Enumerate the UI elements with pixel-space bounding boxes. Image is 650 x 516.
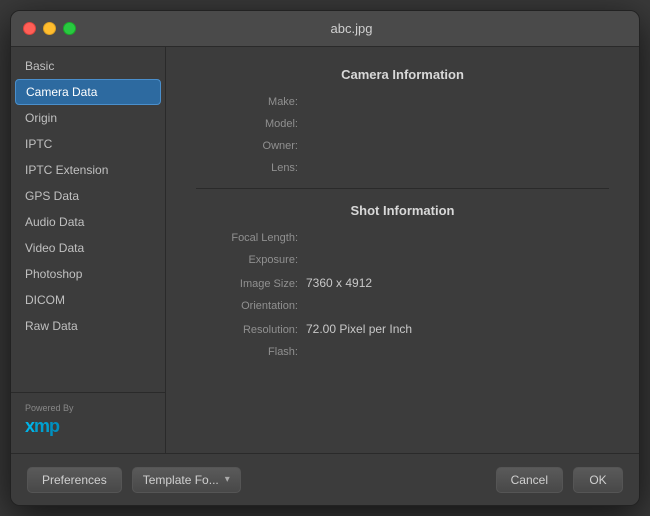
xmp-logo: xmp — [25, 416, 151, 437]
shot-resolution-row: Resolution: 72.00 Pixel per Inch — [196, 322, 609, 336]
preferences-button[interactable]: Preferences — [27, 467, 122, 493]
camera-owner-label: Owner: — [196, 140, 306, 152]
close-button[interactable] — [23, 22, 36, 35]
chevron-down-icon: ▾ — [225, 474, 230, 485]
template-dropdown-button[interactable]: Template Fo... ▾ — [132, 467, 241, 493]
shot-section-title: Shot Information — [196, 203, 609, 218]
file-info-dialog: abc.jpg Basic Camera Data Origin IPTC IP… — [10, 10, 640, 506]
main-panel: Camera Information Make: Model: Owner: L… — [166, 47, 639, 453]
sidebar-item-dicom[interactable]: DICOM — [11, 287, 165, 313]
sidebar: Basic Camera Data Origin IPTC IPTC Exten… — [11, 47, 166, 453]
camera-lens-row: Lens: — [196, 162, 609, 174]
camera-make-label: Make: — [196, 96, 306, 108]
sidebar-item-audio-data[interactable]: Audio Data — [11, 209, 165, 235]
traffic-lights — [23, 22, 76, 35]
shot-focal-length-label: Focal Length: — [196, 232, 306, 244]
shot-resolution-label: Resolution: — [196, 324, 306, 336]
shot-resolution-value: 72.00 Pixel per Inch — [306, 322, 412, 336]
sidebar-footer: Powered By xmp — [11, 392, 165, 447]
sidebar-item-photoshop[interactable]: Photoshop — [11, 261, 165, 287]
camera-lens-label: Lens: — [196, 162, 306, 174]
sidebar-item-iptc[interactable]: IPTC — [11, 131, 165, 157]
camera-make-row: Make: — [196, 96, 609, 108]
shot-focal-length-row: Focal Length: — [196, 232, 609, 244]
shot-image-size-label: Image Size: — [196, 278, 306, 290]
shot-flash-label: Flash: — [196, 346, 306, 358]
sidebar-item-camera-data[interactable]: Camera Data — [15, 79, 161, 105]
titlebar: abc.jpg — [11, 11, 639, 47]
sidebar-item-iptc-extension[interactable]: IPTC Extension — [11, 157, 165, 183]
shot-orientation-row: Orientation: — [196, 300, 609, 312]
camera-model-label: Model: — [196, 118, 306, 130]
shot-image-size-row: Image Size: 7360 x 4912 — [196, 276, 609, 290]
shot-image-size-value: 7360 x 4912 — [306, 276, 372, 290]
section-divider — [196, 188, 609, 189]
shot-exposure-row: Exposure: — [196, 254, 609, 266]
maximize-button[interactable] — [63, 22, 76, 35]
camera-model-row: Model: — [196, 118, 609, 130]
sidebar-items: Basic Camera Data Origin IPTC IPTC Exten… — [11, 53, 165, 392]
shot-exposure-label: Exposure: — [196, 254, 306, 266]
sidebar-item-origin[interactable]: Origin — [11, 105, 165, 131]
window-title: abc.jpg — [76, 21, 627, 36]
shot-orientation-label: Orientation: — [196, 300, 306, 312]
powered-by-label: Powered By — [25, 403, 151, 413]
bottom-bar: Preferences Template Fo... ▾ Cancel OK — [11, 453, 639, 505]
camera-section-title: Camera Information — [196, 67, 609, 82]
content-area: Basic Camera Data Origin IPTC IPTC Exten… — [11, 47, 639, 453]
sidebar-item-raw-data[interactable]: Raw Data — [11, 313, 165, 339]
sidebar-item-video-data[interactable]: Video Data — [11, 235, 165, 261]
sidebar-item-basic[interactable]: Basic — [11, 53, 165, 79]
cancel-button[interactable]: Cancel — [496, 467, 563, 493]
minimize-button[interactable] — [43, 22, 56, 35]
sidebar-item-gps-data[interactable]: GPS Data — [11, 183, 165, 209]
camera-owner-row: Owner: — [196, 140, 609, 152]
shot-flash-row: Flash: — [196, 346, 609, 358]
ok-button[interactable]: OK — [573, 467, 623, 493]
